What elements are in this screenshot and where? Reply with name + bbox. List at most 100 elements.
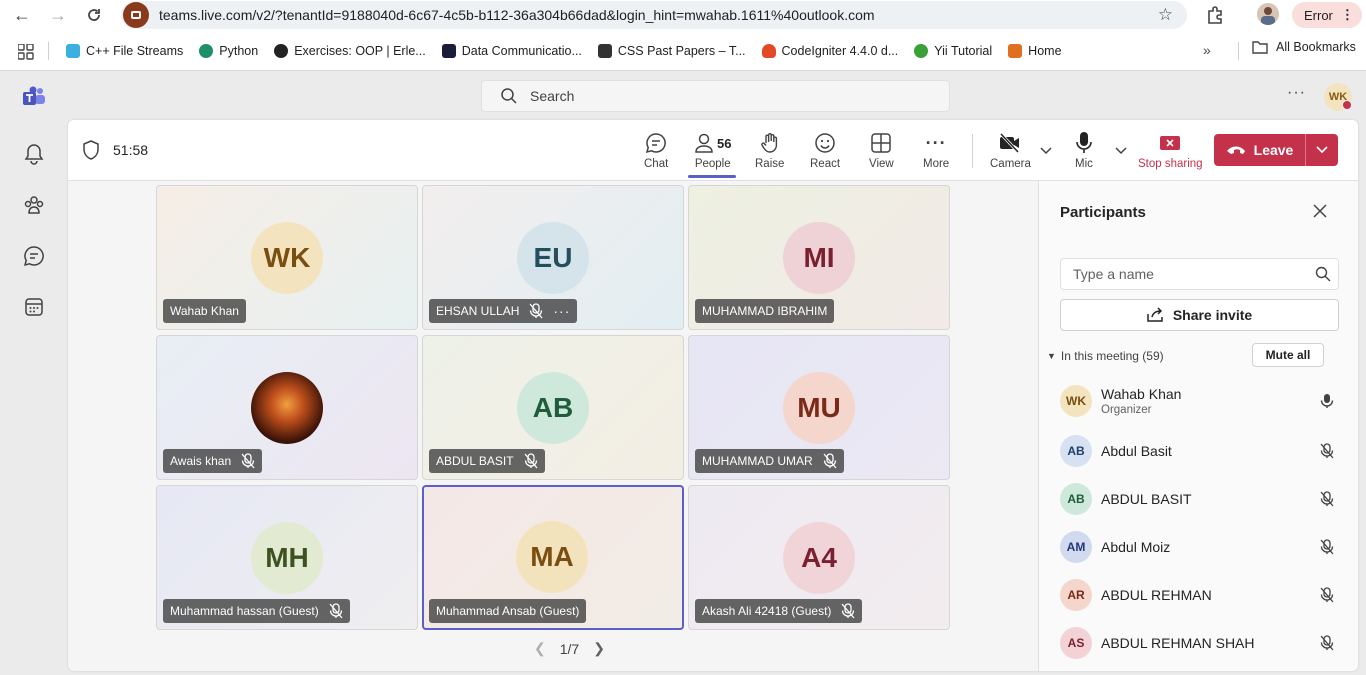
bookmark-python[interactable]: Python	[199, 44, 258, 58]
all-bookmarks-button[interactable]: All Bookmarks	[1252, 40, 1356, 54]
camera-off-icon	[998, 130, 1022, 156]
more-options-icon[interactable]: ···	[1287, 84, 1306, 102]
tile-name-text: Awais khan	[170, 454, 232, 468]
tile-name-label: Muhammad Ansab (Guest)	[429, 599, 587, 623]
bookmark-yii-tutorial[interactable]: Yii Tutorial	[914, 44, 992, 58]
share-invite-button[interactable]: Share invite	[1060, 299, 1339, 331]
bookmark-codeigniter[interactable]: CodeIgniter 4.4.0 d...	[761, 44, 898, 58]
mic-muted-icon[interactable]	[1316, 443, 1338, 459]
leave-button[interactable]: Leave	[1214, 134, 1306, 166]
camera-button[interactable]: Camera	[990, 130, 1031, 174]
participant-row[interactable]: AM Abdul Moiz	[1060, 527, 1340, 567]
mic-muted-icon[interactable]	[1316, 491, 1338, 507]
participants-title: Participants	[1060, 204, 1146, 221]
tile-name-label: Awais khan	[163, 449, 263, 473]
participant-info: Abdul Basit	[1101, 443, 1316, 459]
share-icon	[1147, 307, 1163, 322]
mic-options-chevron-icon[interactable]	[1115, 144, 1127, 158]
tile-name-text: Wahab Khan	[170, 304, 239, 318]
participant-avatar: AR	[1060, 579, 1092, 611]
stop-sharing-button[interactable]: Stop sharing	[1138, 130, 1203, 174]
video-tile[interactable]: MH Muhammad hassan (Guest)	[156, 485, 418, 630]
site-info-icon[interactable]	[123, 2, 149, 28]
search-input[interactable]	[530, 88, 930, 104]
participant-info: ABDUL REHMAN SHAH	[1101, 635, 1316, 651]
participants-pane: Participants Share invite ▼ In this meet…	[1038, 181, 1358, 671]
extensions-icon[interactable]	[1204, 4, 1226, 26]
raise-hand-button[interactable]: Raise	[755, 130, 784, 174]
mic-muted-icon[interactable]	[1316, 587, 1338, 603]
bookmark-css-past-papers[interactable]: CSS Past Papers – T...	[597, 44, 746, 58]
stop-share-icon	[1159, 130, 1181, 156]
teams-search-box[interactable]	[481, 80, 950, 112]
bookmark-star-icon[interactable]: ☆	[1158, 5, 1173, 25]
mic-muted-icon[interactable]	[1316, 539, 1338, 555]
participant-avatar	[251, 372, 323, 444]
participant-search-box[interactable]	[1060, 258, 1339, 290]
back-icon[interactable]: ←	[10, 3, 34, 27]
video-tile[interactable]: A4 Akash Ali 42418 (Guest)	[688, 485, 950, 630]
search-icon	[1315, 266, 1331, 282]
forward-icon[interactable]: →	[46, 3, 70, 27]
browser-profile-avatar[interactable]	[1257, 3, 1279, 25]
more-actions-button[interactable]: ··· More	[923, 130, 949, 174]
bookmark-data-communication[interactable]: Data Communicatio...	[441, 44, 582, 58]
bookmark-cpp-file-streams[interactable]: C++ File Streams	[66, 44, 183, 58]
video-tile[interactable]: MI MUHAMMAD IBRAHIM	[688, 185, 950, 330]
in-meeting-section-header[interactable]: ▼ In this meeting (59)	[1047, 349, 1164, 363]
search-icon	[501, 88, 517, 104]
video-tile[interactable]: WK Wahab Khan	[156, 185, 418, 330]
previous-page-chevron-icon[interactable]: ❮	[534, 640, 546, 657]
chat-button[interactable]: Chat	[644, 130, 668, 174]
stop-sharing-label: Stop sharing	[1138, 158, 1203, 170]
mic-icon[interactable]	[1316, 393, 1338, 409]
participant-row[interactable]: AS ABDUL REHMAN SHAH	[1060, 623, 1340, 663]
smiley-icon	[814, 130, 836, 156]
profile-error-button[interactable]: Error ⋮	[1292, 2, 1362, 28]
mic-muted-icon[interactable]	[1316, 635, 1338, 651]
video-tile[interactable]: MU MUHAMMAD UMAR	[688, 335, 950, 480]
participant-info: ABDUL BASIT	[1101, 491, 1316, 507]
bookmarks-overflow-icon[interactable]: »	[1203, 42, 1211, 58]
video-tile[interactable]: Awais khan	[156, 335, 418, 480]
communities-icon[interactable]	[21, 192, 47, 218]
leave-options-chevron-icon[interactable]	[1306, 146, 1338, 154]
view-button[interactable]: View	[869, 130, 894, 174]
calendar-icon[interactable]	[21, 294, 47, 320]
mute-all-button[interactable]: Mute all	[1252, 343, 1324, 367]
participant-row[interactable]: AR ABDUL REHMAN	[1060, 575, 1340, 615]
mic-muted-icon	[529, 303, 543, 319]
participant-row[interactable]: WK Wahab Khan Organizer	[1060, 381, 1340, 421]
participant-row[interactable]: AB Abdul Basit	[1060, 431, 1340, 471]
tile-more-options-icon[interactable]: ···	[553, 303, 570, 319]
chat-label: Chat	[644, 158, 669, 170]
tile-name-label: EHSAN ULLAH ···	[429, 299, 578, 323]
mic-button[interactable]: Mic	[1074, 130, 1094, 174]
participant-name: ABDUL BASIT	[1101, 491, 1192, 507]
shield-icon[interactable]	[82, 140, 100, 163]
address-bar[interactable]: teams.live.com/v2/?tenantId=9188040d-6c6…	[121, 1, 1187, 29]
video-tile[interactable]: EU EHSAN ULLAH ···	[422, 185, 684, 330]
bookmark-exercises-oop[interactable]: Exercises: OOP | Erle...	[274, 44, 426, 58]
participant-search-input[interactable]	[1073, 266, 1303, 282]
bookmark-home[interactable]: Home	[1008, 44, 1062, 58]
participant-row[interactable]: AB ABDUL BASIT	[1060, 479, 1340, 519]
activity-bell-icon[interactable]	[21, 141, 47, 167]
participant-avatar: MA	[516, 521, 588, 593]
participant-avatar: WK	[1060, 385, 1092, 417]
camera-options-chevron-icon[interactable]	[1040, 144, 1052, 158]
apps-grid-icon[interactable]	[17, 43, 34, 60]
chat-rail-icon[interactable]	[21, 243, 47, 269]
react-label: React	[810, 158, 841, 170]
close-icon[interactable]	[1313, 203, 1327, 223]
reload-icon[interactable]	[82, 3, 106, 27]
react-button[interactable]: React	[810, 130, 840, 174]
video-tile[interactable]: MA Muhammad Ansab (Guest)	[422, 485, 684, 630]
people-button[interactable]: 56 People	[694, 130, 731, 174]
video-tile[interactable]: AB ABDUL BASIT	[422, 335, 684, 480]
folder-icon	[1252, 41, 1268, 54]
participant-info: ABDUL REHMAN	[1101, 587, 1316, 603]
next-page-chevron-icon[interactable]: ❯	[593, 640, 605, 657]
globe-icon	[274, 44, 289, 58]
teams-logo-icon[interactable]	[21, 84, 47, 110]
